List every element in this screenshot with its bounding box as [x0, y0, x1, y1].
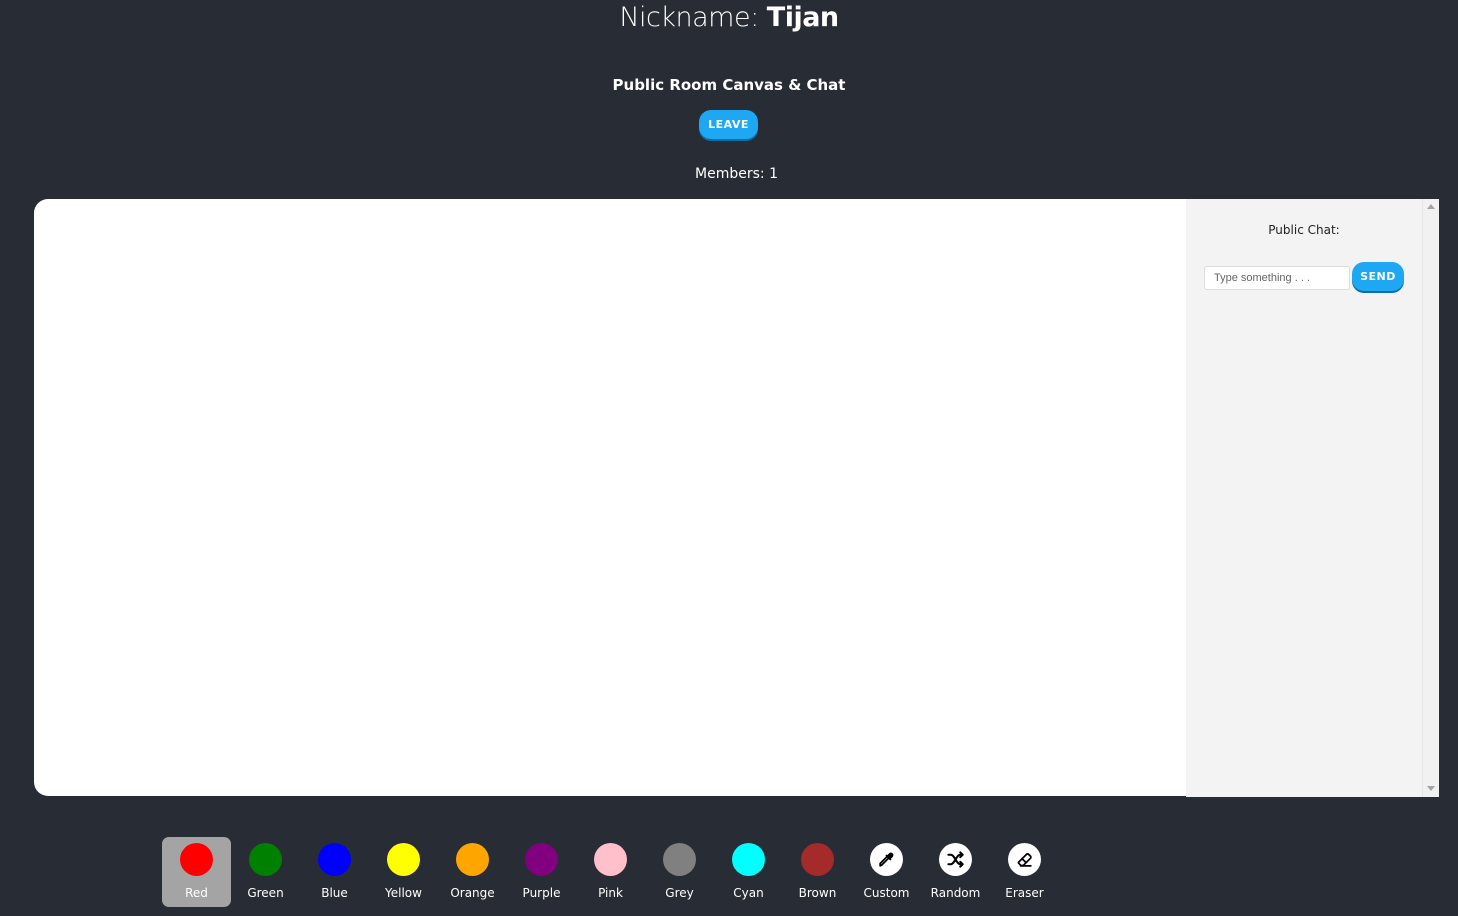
eraser-button[interactable]: Eraser [990, 837, 1059, 907]
color-dot [732, 843, 765, 876]
eraser-icon [1008, 843, 1041, 876]
color-label: Grey [665, 886, 694, 900]
room-title: Public Room Canvas & Chat [612, 76, 846, 94]
leave-button[interactable]: LEAVE [699, 110, 758, 139]
nickname-label: Nickname: [619, 2, 759, 33]
color-dot [456, 843, 489, 876]
color-dot [594, 843, 627, 876]
color-label: Yellow [385, 886, 422, 900]
color-dot [801, 843, 834, 876]
tool-label: Eraser [1005, 886, 1044, 900]
chat-scrollbar[interactable] [1422, 199, 1439, 797]
color-label: Green [247, 886, 284, 900]
color-swatch-pink[interactable]: Pink [576, 837, 645, 907]
send-button[interactable]: SEND [1352, 262, 1404, 291]
chat-title: Public Chat: [1268, 223, 1340, 237]
scroll-down-arrow-icon[interactable] [1427, 786, 1435, 791]
chat-panel: Public Chat: SEND [1186, 199, 1422, 797]
color-swatch-green[interactable]: Green [231, 837, 300, 907]
color-dot [318, 843, 351, 876]
color-dot [249, 843, 282, 876]
custom-color-button[interactable]: Custom [852, 837, 921, 907]
color-swatch-blue[interactable]: Blue [300, 837, 369, 907]
drawing-canvas[interactable] [34, 199, 1186, 796]
color-dot [663, 843, 696, 876]
color-swatch-red[interactable]: Red [162, 837, 231, 907]
color-label: Cyan [733, 886, 764, 900]
nickname-value: Tijan [766, 2, 839, 33]
color-label: Red [185, 886, 208, 900]
scroll-up-arrow-icon[interactable] [1427, 204, 1435, 209]
shuffle-icon [939, 843, 972, 876]
tool-label: Custom [863, 886, 910, 900]
color-label: Orange [450, 886, 495, 900]
nickname-heading: Nickname: Tijan [0, 2, 1458, 33]
color-swatch-orange[interactable]: Orange [438, 837, 507, 907]
color-dot [180, 843, 213, 876]
tool-label: Random [930, 886, 981, 900]
color-swatch-cyan[interactable]: Cyan [714, 837, 783, 907]
color-swatch-grey[interactable]: Grey [645, 837, 714, 907]
color-label: Purple [522, 886, 561, 900]
color-label: Brown [798, 886, 837, 900]
color-swatch-brown[interactable]: Brown [783, 837, 852, 907]
color-dot [525, 843, 558, 876]
color-label: Blue [321, 886, 348, 900]
chat-message-input[interactable] [1204, 266, 1350, 290]
members-count: Members: 1 [695, 166, 778, 182]
color-swatch-purple[interactable]: Purple [507, 837, 576, 907]
eyedropper-icon [870, 843, 903, 876]
random-color-button[interactable]: Random [921, 837, 990, 907]
color-dot [387, 843, 420, 876]
color-swatch-yellow[interactable]: Yellow [369, 837, 438, 907]
color-label: Pink [598, 886, 623, 900]
